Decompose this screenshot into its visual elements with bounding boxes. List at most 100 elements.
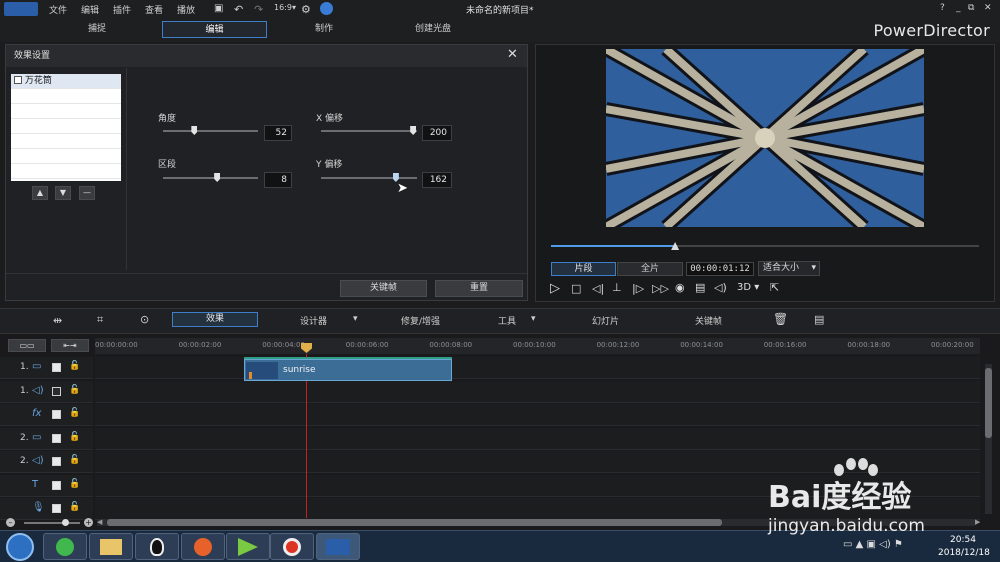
- segment-value[interactable]: 8: [264, 172, 292, 188]
- track-lock-icon[interactable]: 🔓: [69, 479, 80, 489]
- fast-forward-icon[interactable]: ▷▷: [652, 282, 669, 295]
- track-enable-checkbox[interactable]: [52, 410, 61, 419]
- crop-icon[interactable]: ⌗: [97, 313, 103, 327]
- track-row[interactable]: [95, 357, 980, 379]
- track-manager-button[interactable]: ▭▭: [8, 339, 46, 352]
- x-offset-slider-knob[interactable]: [410, 126, 417, 135]
- fit-to-window-button[interactable]: ⇤⇥: [51, 339, 89, 352]
- taskbar-qq-icon[interactable]: [135, 533, 179, 560]
- zoom-out-icon[interactable]: –: [6, 518, 15, 527]
- menu-edit[interactable]: 编辑: [81, 3, 99, 16]
- save-icon[interactable]: ▣: [214, 3, 223, 14]
- keyframe-button[interactable]: 关键帧: [340, 280, 427, 297]
- start-button-icon[interactable]: [6, 533, 34, 561]
- fit-size-dropdown[interactable]: 适合大小 ▾: [758, 261, 820, 276]
- volume-icon[interactable]: ◁): [714, 281, 727, 294]
- help-icon[interactable]: ?: [940, 3, 945, 13]
- video-clip[interactable]: sunrise: [244, 359, 452, 381]
- tab-produce[interactable]: 制作: [272, 21, 376, 38]
- clock-date[interactable]: 2018/12/18: [938, 548, 990, 558]
- track-lock-icon[interactable]: 🔓: [69, 385, 80, 395]
- designer-dropdown-chevron-icon[interactable]: ▾: [353, 314, 358, 324]
- track-enable-checkbox[interactable]: [52, 433, 61, 443]
- vertical-scrollbar[interactable]: [985, 364, 992, 514]
- track-lock-icon[interactable]: 🔓: [69, 432, 80, 442]
- 3d-mode-toggle[interactable]: 3D ▾: [737, 282, 759, 293]
- move-up-button[interactable]: ▲: [32, 186, 48, 200]
- track-enable-checkbox[interactable]: [52, 457, 61, 466]
- track-row[interactable]: [95, 404, 980, 426]
- menu-playback[interactable]: 播放: [177, 3, 195, 16]
- horizontal-scroll-thumb[interactable]: [107, 519, 722, 526]
- more-options-icon[interactable]: ▤: [814, 313, 824, 326]
- remove-effect-button[interactable]: —: [79, 186, 95, 200]
- split-icon[interactable]: ⊥: [612, 281, 622, 294]
- tools-dropdown-chevron-icon[interactable]: ▾: [531, 314, 536, 324]
- track-lock-icon[interactable]: 🔓: [69, 408, 80, 418]
- x-offset-slider-track[interactable]: [321, 130, 417, 132]
- taskbar-explorer-icon[interactable]: [89, 533, 133, 560]
- snapshot-camera-icon[interactable]: ◉: [675, 281, 685, 294]
- play-icon[interactable]: ▷: [550, 281, 560, 296]
- next-frame-icon[interactable]: |▷: [632, 282, 644, 295]
- menu-view[interactable]: 查看: [145, 3, 163, 16]
- angle-slider-knob[interactable]: [191, 126, 198, 135]
- segment-slider-knob[interactable]: [214, 173, 221, 182]
- close-icon[interactable]: ✕: [984, 3, 992, 13]
- undo-icon[interactable]: ↶: [234, 3, 243, 16]
- account-icon[interactable]: [320, 2, 333, 15]
- segment-slider-track[interactable]: [163, 177, 258, 179]
- zoom-in-icon[interactable]: +: [84, 518, 93, 527]
- taskbar-recorder-icon[interactable]: [270, 533, 314, 560]
- timeline-ruler[interactable]: 00:00:00:00 00:00:02:00 00:00:04:00 00:00:0…: [95, 338, 980, 354]
- clip-mode-tab[interactable]: 片段: [551, 262, 616, 276]
- minimize-icon[interactable]: _: [956, 3, 961, 13]
- fit-timeline-icon[interactable]: ⇹: [53, 314, 62, 327]
- track-lock-icon[interactable]: 🔓: [69, 361, 80, 371]
- effect-list-item[interactable]: 万花筒: [11, 74, 121, 89]
- tab-edit[interactable]: 编辑: [162, 21, 267, 38]
- track-row[interactable]: [95, 380, 980, 403]
- track-row[interactable]: [95, 427, 980, 450]
- scroll-right-icon[interactable]: ▶: [975, 518, 980, 526]
- previous-frame-icon[interactable]: ◁|: [592, 282, 604, 295]
- taskbar-360-browser-icon[interactable]: [43, 533, 87, 560]
- slideshow-button[interactable]: 幻灯片: [592, 314, 619, 327]
- track-lock-icon[interactable]: 🔓: [69, 455, 80, 465]
- taskbar-media-icon[interactable]: [226, 533, 270, 560]
- zoom-slider-knob[interactable]: [62, 519, 69, 526]
- movie-mode-tab[interactable]: 全片: [617, 262, 683, 276]
- track-enable-checkbox[interactable]: [52, 504, 61, 513]
- delete-trash-icon[interactable]: 🗑: [773, 312, 788, 326]
- settings-gear-icon[interactable]: ⚙: [301, 3, 311, 16]
- undock-preview-icon[interactable]: ⇱: [770, 281, 779, 294]
- angle-value[interactable]: 52: [264, 125, 292, 141]
- scroll-left-icon[interactable]: ◀: [97, 518, 102, 526]
- effect-checkbox[interactable]: [14, 76, 22, 84]
- redo-icon[interactable]: ↷: [254, 3, 263, 16]
- tools-button[interactable]: 工具: [498, 314, 516, 327]
- track-enable-checkbox[interactable]: [52, 386, 61, 396]
- aspect-ratio-icon[interactable]: 16:9▾: [274, 3, 296, 12]
- track-lock-icon[interactable]: 🔓: [69, 502, 80, 512]
- move-down-button[interactable]: ▼: [55, 186, 71, 200]
- clock-time[interactable]: 20:54: [950, 535, 976, 545]
- maximize-icon[interactable]: ⧉: [968, 3, 974, 13]
- y-offset-value[interactable]: 162: [422, 172, 452, 188]
- subtitles-icon[interactable]: ▤: [695, 281, 705, 294]
- track-enable-checkbox[interactable]: [52, 363, 61, 372]
- designer-button[interactable]: 设计器: [300, 314, 327, 327]
- menu-file[interactable]: 文件: [49, 3, 67, 16]
- mask-icon[interactable]: ⊙: [140, 313, 149, 326]
- reset-button[interactable]: 重置: [435, 280, 523, 297]
- angle-slider-track[interactable]: [163, 130, 258, 132]
- track-enable-checkbox[interactable]: [52, 480, 61, 490]
- zoom-slider-track[interactable]: [24, 522, 80, 524]
- close-panel-icon[interactable]: ✕: [507, 47, 518, 62]
- taskbar-powerdirector-icon[interactable]: [316, 533, 360, 560]
- effect-button[interactable]: 效果: [172, 312, 258, 327]
- stop-icon[interactable]: □: [571, 282, 581, 295]
- taskbar-firefox-icon[interactable]: [181, 533, 225, 560]
- x-offset-value[interactable]: 200: [422, 125, 452, 141]
- vertical-scroll-thumb[interactable]: [985, 368, 992, 438]
